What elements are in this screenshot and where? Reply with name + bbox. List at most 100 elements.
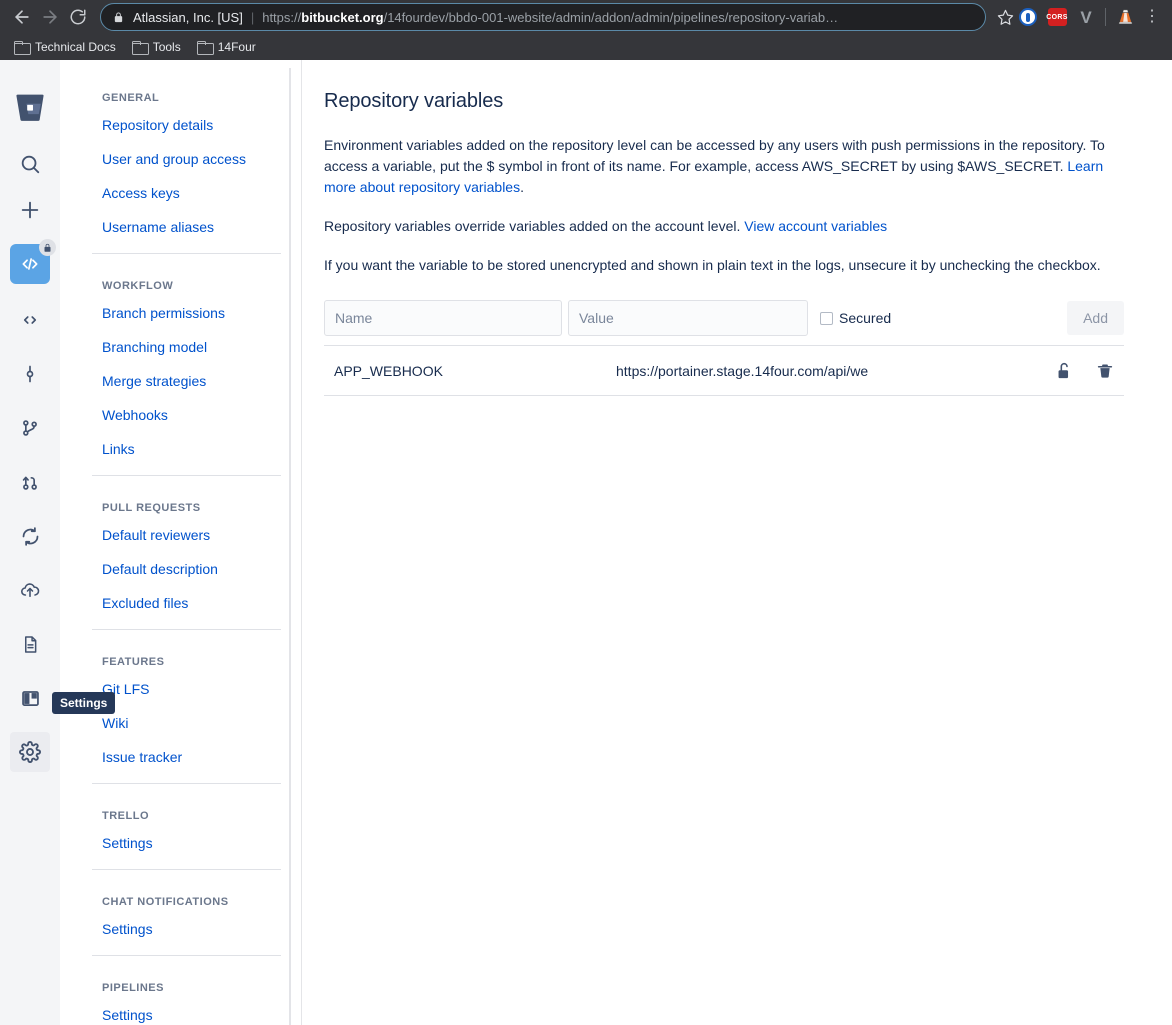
extension-icons: CORS V ⋮	[1018, 7, 1164, 27]
unlock-icon[interactable]	[1053, 361, 1072, 381]
1password-icon[interactable]	[1018, 7, 1038, 27]
nav-group-trello: TRELLO Settings	[92, 810, 281, 851]
nav-heading-pull-requests: PULL REQUESTS	[102, 502, 201, 514]
scrolled-off-heading	[92, 60, 281, 66]
bitbucket-logo-icon[interactable]	[10, 88, 50, 128]
nav-heading-features: FEATURES	[102, 656, 165, 668]
nav-divider	[92, 955, 281, 956]
nav-group-chat-notifications: CHAT NOTIFICATIONS Settings	[92, 896, 281, 937]
nav-heading-general: GENERAL	[102, 92, 160, 104]
add-variable-form: Secured Add	[324, 300, 1124, 336]
sidebar-item-deployments[interactable]	[10, 570, 50, 610]
global-icon-rail: Settings	[0, 60, 116, 1025]
bookmark-tools[interactable]: Tools	[128, 38, 189, 56]
sidebar-item-trello-settings[interactable]: Settings	[92, 835, 281, 851]
sidebar-item-board[interactable]	[10, 678, 50, 718]
secured-checkbox[interactable]	[820, 311, 833, 325]
nav-group-general: GENERAL Repository details User and grou…	[92, 92, 281, 235]
secured-label: Secured	[839, 310, 892, 326]
vlc-icon[interactable]	[1115, 7, 1135, 27]
url-path: /14fourdev/bbdo-001-website/admin/addon/…	[383, 9, 839, 25]
url-text: https://bitbucket.org/14fourdev/bbdo-001…	[262, 10, 838, 25]
bookmark-14four[interactable]: 14Four	[193, 38, 264, 56]
override-text: Repository variables override variables …	[324, 218, 745, 234]
sidebar-item-downloads[interactable]	[10, 624, 50, 664]
page-title: Repository variables	[324, 90, 504, 112]
intro-text-end: .	[520, 179, 524, 195]
nav-group-pipelines: PIPELINES Settings DeploymentsNEW Reposi…	[92, 982, 281, 1025]
site-identity: Atlassian, Inc. [US]	[133, 9, 243, 25]
bookmark-technical-docs[interactable]: Technical Docs	[10, 38, 124, 56]
chrome-menu-icon[interactable]: ⋮	[1144, 9, 1160, 25]
sidebar-item-branching-model[interactable]: Branching model	[92, 339, 281, 355]
sidebar-item-chat-settings[interactable]: Settings	[92, 921, 281, 937]
add-variable-button[interactable]: Add	[1067, 301, 1124, 335]
folder-icon	[14, 41, 31, 55]
nav-heading-pipelines: PIPELINES	[102, 982, 164, 994]
browser-nav-bar: Atlassian, Inc. [US] | https://bitbucket…	[0, 0, 1172, 34]
sidebar-item-username-aliases[interactable]: Username aliases	[92, 219, 281, 235]
folder-icon	[196, 41, 214, 55]
sidebar-item-branch-permissions[interactable]: Branch permissions	[92, 305, 281, 321]
variables-list: APP_WEBHOOK https://portainer.stage.14fo…	[324, 345, 1124, 396]
forward-button[interactable]	[36, 3, 64, 31]
unsecure-paragraph: If you want the variable to be stored un…	[324, 257, 1101, 273]
sidebar-item-wiki[interactable]: Wiki	[92, 715, 281, 731]
sidebar-item-default-reviewers[interactable]: Default reviewers	[92, 527, 281, 543]
sidebar-item-default-description[interactable]: Default description	[92, 561, 281, 577]
override-paragraph: Repository variables override variables …	[324, 216, 1124, 237]
sidebar-item-settings[interactable]	[10, 732, 50, 772]
create-plus-icon[interactable]	[10, 190, 50, 230]
sidebar-item-pull-requests[interactable]	[10, 462, 50, 502]
sidebar-item-user-and-group-access[interactable]: User and group access	[92, 151, 281, 167]
nav-divider	[92, 253, 281, 254]
lock-icon	[113, 11, 124, 24]
v-extension-icon[interactable]: V	[1076, 7, 1096, 27]
settings-tooltip: Settings	[52, 692, 116, 714]
nav-heading-chat-notifications: CHAT NOTIFICATIONS	[102, 896, 229, 908]
bookmark-star-icon[interactable]	[992, 4, 1018, 30]
back-button[interactable]	[8, 3, 36, 31]
nav-heading-workflow: WORKFLOW	[102, 280, 174, 292]
sidebar-item-git-lfs[interactable]: Git LFS	[92, 681, 281, 697]
reload-button[interactable]	[64, 3, 92, 31]
nav-group-features: FEATURES Git LFS Wiki Issue tracker	[92, 656, 281, 765]
sidebar-item-source[interactable]	[10, 300, 50, 340]
sidebar-item-pipelines[interactable]	[10, 516, 50, 556]
nav-heading-trello: TRELLO	[102, 810, 149, 822]
search-icon[interactable]	[10, 144, 50, 184]
nav-divider	[92, 475, 281, 476]
nav-divider	[92, 783, 281, 784]
variable-name-input[interactable]	[324, 300, 562, 336]
sidebar-item-repository[interactable]	[10, 239, 56, 284]
main-content: Repository variables Environment variabl…	[301, 60, 1172, 1025]
address-bar[interactable]: Atlassian, Inc. [US] | https://bitbucket…	[100, 3, 986, 31]
nav-scrollbar[interactable]	[289, 68, 291, 1025]
trash-icon[interactable]	[1096, 361, 1114, 381]
row-actions	[1053, 361, 1122, 381]
repository-settings-nav: GENERAL Repository details User and grou…	[60, 60, 301, 1025]
sidebar-item-webhooks[interactable]: Webhooks	[92, 407, 281, 423]
table-row: APP_WEBHOOK https://portainer.stage.14fo…	[324, 345, 1124, 396]
nav-group-workflow: WORKFLOW Branch permissions Branching mo…	[92, 280, 281, 457]
secured-checkbox-wrapper[interactable]: Secured	[820, 310, 891, 326]
variable-value-input[interactable]	[568, 300, 808, 336]
omnibox-divider: |	[250, 9, 255, 25]
sidebar-item-repository-details[interactable]: Repository details	[92, 117, 281, 133]
sidebar-item-excluded-files[interactable]: Excluded files	[92, 595, 281, 611]
sidebar-item-issue-tracker[interactable]: Issue tracker	[92, 749, 281, 765]
view-account-variables-link[interactable]: View account variables	[744, 218, 887, 234]
sidebar-item-links[interactable]: Links	[92, 441, 281, 457]
page-body: Settings GENERAL Repository details User…	[0, 60, 1172, 1025]
sidebar-item-access-keys[interactable]: Access keys	[92, 185, 281, 201]
lock-icon	[39, 239, 56, 256]
sidebar-item-branches[interactable]	[10, 408, 50, 448]
sidebar-item-commits[interactable]	[10, 354, 50, 394]
intro-text: Environment variables added on the repos…	[324, 137, 1105, 174]
variable-value-cell: https://portainer.stage.14four.com/api/w…	[616, 362, 869, 379]
folder-icon	[131, 41, 149, 55]
intro-paragraph: Environment variables added on the repos…	[324, 135, 1124, 198]
cors-toggle-icon[interactable]: CORS	[1046, 7, 1067, 27]
sidebar-item-pipelines-settings[interactable]: Settings	[92, 1007, 281, 1023]
sidebar-item-merge-strategies[interactable]: Merge strategies	[92, 373, 281, 389]
